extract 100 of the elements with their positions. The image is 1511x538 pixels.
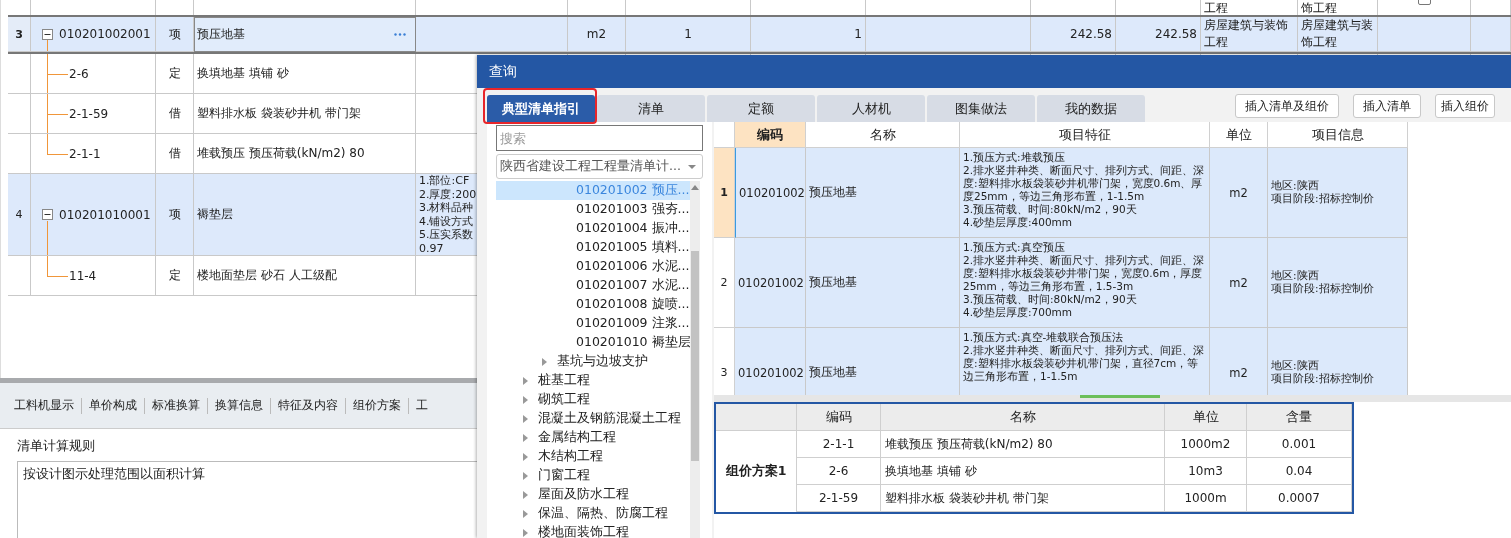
table-cell: 2-1-1 (797, 431, 881, 458)
table-cell: 1.预压方式:真空预压 2.排水竖井种类、断面尺寸、排列方式、间距、深度:塑料排水板袋装砂井带门架，宽度0.6m，厚度25mm，等边三角形布置，1.5-3m 3.预压荷载、时间:80kN/m2，90天 4.砂垫层厚度:700mm (960, 238, 1210, 328)
caret-icon[interactable] (522, 376, 528, 385)
panel-tab[interactable]: 标准换算 (152, 397, 200, 414)
table-cell: 1.预压方式:堆载预压 2.排水竖井种类、断面尺寸、排列方式、间距、深度:塑料排水板袋装砂井机带门架，宽度0.6m、厚度25mm，等边三角形布置，1-1.5m 3.预压荷载、时间:80kN/m2，90天 4.砂垫层厚度:400mm (960, 148, 1210, 238)
insert-button[interactable]: 插入组价 (1435, 94, 1495, 118)
table-cell: 工程 (1204, 2, 1228, 15)
table-cell: 2-1-59 (797, 485, 881, 512)
tree-item[interactable]: 混凝土及钢筋混凝土工程 (496, 409, 690, 428)
tree-item[interactable]: 砌筑工程 (496, 390, 690, 409)
table-cell: 定 (168, 65, 181, 82)
caret-icon[interactable] (522, 433, 528, 442)
dialog-title: 查询 (489, 62, 517, 81)
row-number: 1 (714, 148, 735, 238)
table-cell: 换填地基 填铺 砂 (197, 65, 289, 82)
corner-cell (714, 122, 735, 148)
column-header[interactable]: 项目信息 (1268, 122, 1408, 148)
table-cell: 2-6 (69, 66, 89, 81)
scroll-up-icon[interactable] (691, 185, 699, 190)
column-header: 单位 (1165, 404, 1247, 431)
tree-item[interactable]: 010201005 填料... (496, 238, 690, 257)
panel-tab[interactable]: 单价构成 (89, 397, 137, 414)
column-header[interactable]: 项目特征 (960, 122, 1210, 148)
table-cell: 010201002 (735, 238, 806, 328)
table-cell: 1000m (1165, 485, 1247, 512)
table-cell: 楼地面垫层 砂石 人工级配 (197, 267, 337, 284)
insert-button[interactable]: 插入清单 (1353, 94, 1421, 118)
table-cell: 10m3 (1165, 458, 1247, 485)
table-cell: 010201002001 (59, 27, 151, 41)
table-cell: 010201002 (735, 148, 806, 238)
collapse-icon[interactable] (42, 28, 53, 40)
table-cell: 0.001 (1247, 431, 1352, 458)
tree-item[interactable]: 010201006 水泥... (496, 257, 690, 276)
caret-icon[interactable] (522, 471, 528, 480)
table-cell: 项 (168, 25, 181, 43)
table-cell: 2-6 (797, 458, 881, 485)
column-header[interactable]: 编码 (735, 122, 806, 148)
table-cell: 定 (168, 267, 181, 284)
tree-item[interactable]: 010201004 振冲... (496, 219, 690, 238)
tab[interactable]: 我的数据 (1037, 95, 1145, 122)
tree-item[interactable]: 基坑与边坡支护 (496, 352, 690, 371)
caret-icon[interactable] (522, 528, 528, 537)
table-cell: 242.58 (1155, 27, 1197, 41)
panel-tab[interactable]: 组价方案 (353, 397, 401, 414)
tree-item[interactable]: 010201010 褥垫层 (496, 333, 690, 352)
tab[interactable]: 人材机 (817, 95, 925, 122)
table-cell: 堆载预压 预压荷载(kN/m2) 80 (881, 431, 1165, 458)
search-field[interactable]: 搜索 (496, 125, 703, 151)
table-cell: 饰工程 (1301, 2, 1337, 15)
tree-item[interactable]: 010201009 注浆... (496, 314, 690, 333)
caret-icon[interactable] (522, 414, 528, 423)
tree-item[interactable]: 010201007 水泥... (496, 276, 690, 295)
splitter-handle[interactable] (1080, 395, 1160, 398)
collapse-icon[interactable] (42, 209, 53, 220)
insert-button[interactable]: 插入清单及组价 (1235, 94, 1339, 118)
tree-item[interactable]: 桩基工程 (496, 371, 690, 390)
table-cell: 地区:陕西 项目阶段:招标控制价 (1268, 328, 1408, 395)
table-cell: 2-1-1 (69, 146, 101, 161)
panel-tab[interactable]: 工料机显示 (14, 397, 74, 414)
table-cell: 1 (684, 27, 692, 41)
library-dropdown[interactable]: 陕西省建设工程工程量清单计... (496, 154, 703, 179)
table-cell: 地区:陕西 项目阶段:招标控制价 (1268, 238, 1408, 328)
column-header[interactable]: 单位 (1210, 122, 1268, 148)
tree-item[interactable]: 金属结构工程 (496, 428, 690, 447)
table-cell: 11-4 (69, 268, 97, 283)
table-cell: 项 (168, 206, 181, 223)
scrollbar[interactable] (690, 181, 700, 538)
section-label: 清单计算规则 (17, 437, 95, 455)
tab[interactable]: 图集做法 (927, 95, 1035, 122)
column-header: 名称 (881, 404, 1165, 431)
table-cell: 房屋建筑与装饰工程 (1301, 17, 1374, 51)
caret-icon[interactable] (522, 395, 528, 404)
column-header: 含量 (1247, 404, 1352, 431)
table-cell: 010201010001 (59, 207, 151, 222)
caret-icon[interactable] (522, 509, 528, 518)
table-cell: 0.04 (1247, 458, 1352, 485)
table-cell: 预压地基 (806, 328, 960, 395)
caret-icon[interactable] (522, 452, 528, 461)
more-icon[interactable] (394, 32, 406, 36)
table-cell: 预压地基 (806, 238, 960, 328)
table-cell: 堆载预压 预压荷载(kN/m2) 80 (197, 145, 365, 162)
panel-tab[interactable]: 特征及内容 (278, 397, 338, 414)
table-cell: 1 (854, 27, 862, 41)
caret-icon[interactable] (522, 490, 528, 499)
tree-item[interactable]: 010201003 强夯... (496, 200, 690, 219)
panel-tab[interactable]: 换算信息 (215, 397, 263, 414)
row-number: 3 (15, 27, 23, 41)
tree-item[interactable]: 010201008 旋喷... (496, 295, 690, 314)
table-cell: 预压地基 (806, 148, 960, 238)
table-cell: 0.0007 (1247, 485, 1352, 512)
tab[interactable]: 定额 (707, 95, 815, 122)
table-cell: m2 (586, 27, 607, 41)
table-cell: 塑料排水板 袋装砂井机 带门架 (197, 105, 361, 122)
column-header[interactable]: 名称 (806, 122, 960, 148)
panel-tab[interactable]: 工 (416, 397, 428, 414)
dropdown-value: 陕西省建设工程工程量清单计... (500, 158, 681, 175)
table-cell: 换填地基 填铺 砂 (881, 458, 1165, 485)
tab[interactable]: 典型清单指引 (487, 95, 595, 122)
tab[interactable]: 清单 (597, 95, 705, 122)
caret-icon[interactable] (541, 357, 547, 366)
